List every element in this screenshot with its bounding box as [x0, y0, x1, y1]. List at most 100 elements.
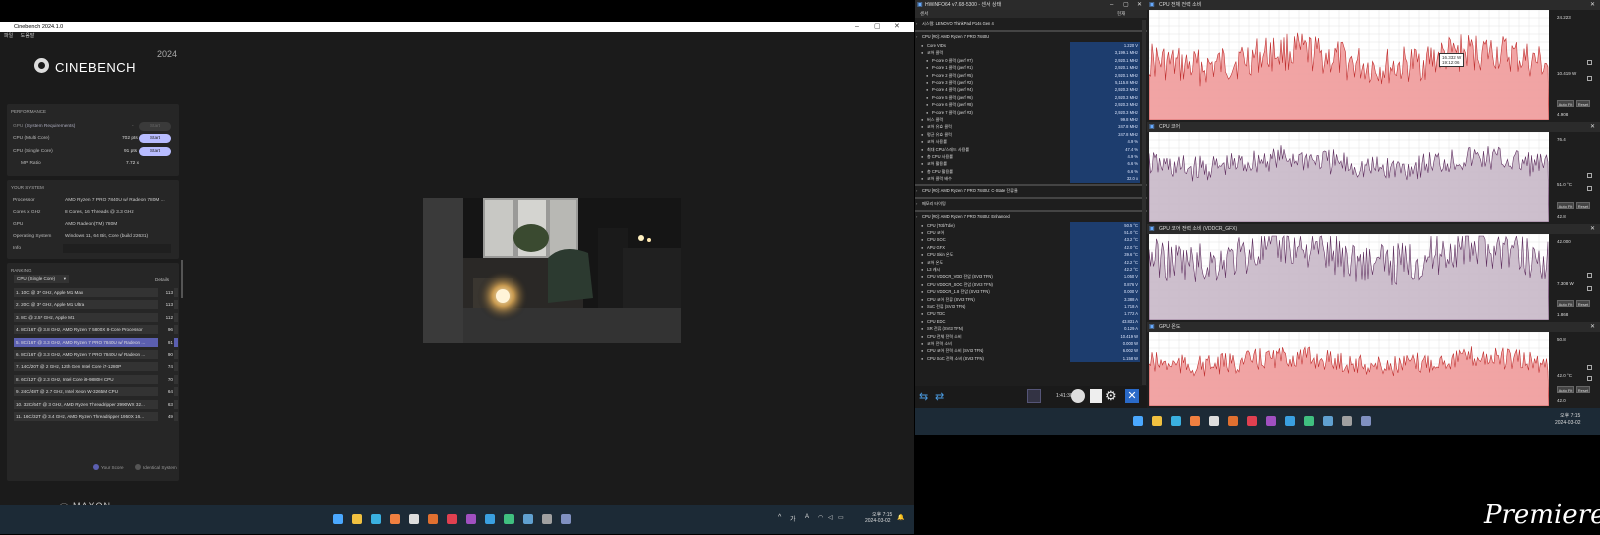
- graph-checkbox[interactable]: [1587, 172, 1592, 178]
- sensor-row[interactable]: ● CPU 코어 전력 소비 (SVI3 TFN) 6.002 W: [915, 347, 1147, 355]
- sensor-row[interactable]: ● 코어 온도 42.2 °C: [915, 258, 1147, 266]
- clock-icon[interactable]: [1071, 389, 1085, 403]
- multi-core-start-button[interactable]: Start: [139, 134, 171, 143]
- bluesky-icon[interactable]: [1285, 416, 1295, 426]
- sensor-row[interactable]: ● CPU VDDCR_1.8 전압 (SVI3 TFN) 0.000 V: [915, 288, 1147, 296]
- sensor-row[interactable]: ● CPU 코어 51.0 °C: [915, 229, 1147, 237]
- sensor-row[interactable]: ● P-core 1 클럭 (perf #1) 2,920.1 MHz: [915, 64, 1147, 72]
- app-blue-icon[interactable]: [523, 514, 533, 524]
- ranking-row[interactable]: 8. 6C/12T @ 2.3 GHz, Intel Core i9-9880H…: [14, 374, 178, 384]
- ranking-row[interactable]: 5. 8C/16T @ 3.3 GHz, AMD Ryzen 7 PRO 784…: [14, 337, 178, 347]
- menu-help[interactable]: 도움말: [21, 33, 35, 39]
- sensor-row[interactable]: ● 최대 CPU/스레드 사용률 47.4 %: [915, 145, 1147, 153]
- col-sensor[interactable]: 센서: [920, 10, 928, 18]
- ranking-row[interactable]: 6. 8C/16T @ 3.3 GHz, AMD Ryzen 7 PRO 784…: [14, 350, 178, 359]
- sensor-group-row[interactable]: › CPU [#0]: AMD Ryzen 7 PRO 7840U: [915, 33, 1147, 40]
- ranking-row[interactable]: 7. 14C/20T @ 2 GHz, 12th Gen Intel Core …: [14, 362, 178, 372]
- photos-icon[interactable]: [409, 514, 419, 524]
- sensor-row[interactable]: ● 버스 클럭 99.8 MHz: [915, 116, 1147, 124]
- minimize-icon[interactable]: –: [855, 22, 859, 32]
- maximize-icon[interactable]: ▢: [874, 22, 881, 32]
- gpu-start-button[interactable]: Start: [139, 122, 171, 131]
- sensor-row[interactable]: ● P-core 2 클럭 (perf #5) 2,920.1 MHz: [915, 71, 1147, 79]
- graph-checkbox[interactable]: [1587, 272, 1592, 278]
- reset-button[interactable]: Reset: [1576, 386, 1590, 393]
- graph-checkbox[interactable]: [1587, 376, 1592, 382]
- sensor-row[interactable]: ● CPU (Tctl/Tdie) 50.5 °C: [915, 221, 1147, 229]
- auto-fit-button[interactable]: Auto Fit: [1557, 202, 1574, 209]
- sensor-row[interactable]: ● P-core 0 클럭 (perf #7) 2,920.1 MHz: [915, 56, 1147, 65]
- store-icon[interactable]: [390, 514, 400, 524]
- sensor-row[interactable]: ● P-core 7 클럭 (perf #3) 2,920.3 MHz: [915, 108, 1147, 116]
- graph-close-icon[interactable]: ✕: [1590, 322, 1595, 332]
- sensor-row[interactable]: ● CPU 코어 전류 (SVI3 TFN) 3.388 A: [915, 295, 1147, 303]
- ranking-row[interactable]: 1. 10C @ 3* GHz, Apple M1 Max 113: [14, 288, 178, 297]
- sensor-row[interactable]: ● CPU TDC 1.772 A: [915, 310, 1147, 318]
- app-red-icon[interactable]: [1247, 416, 1257, 426]
- sensor-row[interactable]: ● 코어 활용률 6.6 %: [915, 160, 1147, 168]
- graph-checkbox[interactable]: [1587, 186, 1592, 191]
- sensor-group-row[interactable]: › CPU [#0]: AMD Ryzen 7 PRO 7840U: C-Stat…: [915, 187, 1147, 194]
- hwinfo-close-icon[interactable]: ✕: [1137, 0, 1142, 10]
- onenote-icon[interactable]: [1266, 416, 1276, 426]
- taskbar-right-date[interactable]: 2024-03-02: [1555, 420, 1581, 426]
- store-icon[interactable]: [1190, 416, 1200, 426]
- sensor-row[interactable]: ● CPU VDDCR_SOC 전압 (SVI3 TFN) 0.876 V: [915, 280, 1147, 289]
- sensor-row[interactable]: ● 코어 전력 소비 0.000 W: [915, 340, 1147, 348]
- tray-ime-han[interactable]: 가: [790, 514, 796, 523]
- start-icon[interactable]: [333, 514, 343, 524]
- sensor-row[interactable]: ● P-core 5 클럭 (perf #6) 2,920.3 MHz: [915, 93, 1147, 102]
- app-green-icon[interactable]: [504, 514, 514, 524]
- graph-checkbox[interactable]: [1587, 365, 1592, 371]
- sidebar-scrollbar[interactable]: [181, 260, 183, 298]
- graph-checkbox[interactable]: [1587, 76, 1592, 81]
- auto-fit-button[interactable]: Auto Fit: [1557, 100, 1574, 107]
- sensor-row[interactable]: ● 코어 클럭 배수 32.0 x: [915, 175, 1147, 183]
- taskbar-right-time[interactable]: 오후 7:15: [1560, 412, 1580, 419]
- graph-close-icon[interactable]: ✕: [1590, 224, 1595, 234]
- app-red-icon[interactable]: [447, 514, 457, 524]
- auto-fit-button[interactable]: Auto Fit: [1557, 386, 1574, 393]
- search-app-icon[interactable]: [1228, 416, 1238, 426]
- notification-bell-icon[interactable]: 🔔: [897, 514, 904, 521]
- details-button[interactable]: Details: [155, 277, 169, 282]
- bluesky-icon[interactable]: [485, 514, 495, 524]
- app-green-icon[interactable]: [1304, 416, 1314, 426]
- ranking-row[interactable]: 2. 20C @ 3* GHz, Apple M1 Ultra 113: [14, 300, 178, 310]
- sensor-row[interactable]: ● P-core 3 클럭 (perf #2) 5,115.8 MHz: [915, 79, 1147, 87]
- single-core-start-button[interactable]: Start: [139, 147, 171, 156]
- reset-button[interactable]: Reset: [1576, 100, 1590, 107]
- sensor-row[interactable]: ● 총 CPU 활용률 6.6 %: [915, 167, 1147, 176]
- hwinfo-maximize-icon[interactable]: ▢: [1123, 0, 1129, 10]
- settings-gear-icon[interactable]: ⚙: [1105, 388, 1117, 404]
- arrows-left-right-icon[interactable]: ⇆: [919, 390, 928, 403]
- sensor-row[interactable]: ● CPU SOC 43.2 °C: [915, 236, 1147, 244]
- speaker-icon[interactable]: ◁: [828, 514, 833, 521]
- reset-button[interactable]: Reset: [1576, 202, 1590, 209]
- network-icon[interactable]: [1027, 389, 1041, 403]
- sensor-row[interactable]: ● Core VIDs 1.220 V: [915, 42, 1147, 50]
- report-icon[interactable]: [1090, 389, 1102, 403]
- graph-close-icon[interactable]: ✕: [1590, 122, 1595, 132]
- col-current[interactable]: 현재: [1117, 10, 1125, 18]
- gpu-requirements-link[interactable]: (System Requirements): [25, 124, 75, 129]
- info-field[interactable]: [63, 244, 171, 253]
- wifi-icon[interactable]: ◠: [818, 514, 823, 521]
- close-icon[interactable]: ✕: [894, 22, 900, 32]
- battery-icon[interactable]: ▭: [838, 514, 844, 521]
- edge-icon[interactable]: [1171, 416, 1181, 426]
- sensor-row[interactable]: ● 코어 사용률 4.9 %: [915, 138, 1147, 146]
- ranking-row[interactable]: 3. 8C @ 2.5* GHz, Apple M1 112: [14, 312, 178, 322]
- ranking-row[interactable]: 11. 16C/32T @ 3.4 GHz, AMD Ryzen Threadr…: [14, 412, 178, 421]
- sensor-group-row[interactable]: › 메모리 타이밍: [915, 200, 1147, 207]
- search-app-icon[interactable]: [428, 514, 438, 524]
- graph-close-icon[interactable]: ✕: [1590, 0, 1595, 10]
- sensor-row[interactable]: ● CPU EDC 43.831 A: [915, 317, 1147, 326]
- auto-fit-button[interactable]: Auto Fit: [1557, 300, 1574, 307]
- hwinfo-scrollbar[interactable]: [1142, 20, 1146, 385]
- sensor-row[interactable]: ● 코어 유효 클럭 247.8 MHz: [915, 123, 1147, 131]
- app-active-icon[interactable]: [1361, 416, 1371, 426]
- graph-checkbox[interactable]: [1587, 285, 1592, 291]
- sensor-row[interactable]: ● CPU Skin 온도 39.6 °C: [915, 251, 1147, 259]
- sensor-row[interactable]: ● P-core 4 클럭 (perf #4) 2,920.3 MHz: [915, 86, 1147, 94]
